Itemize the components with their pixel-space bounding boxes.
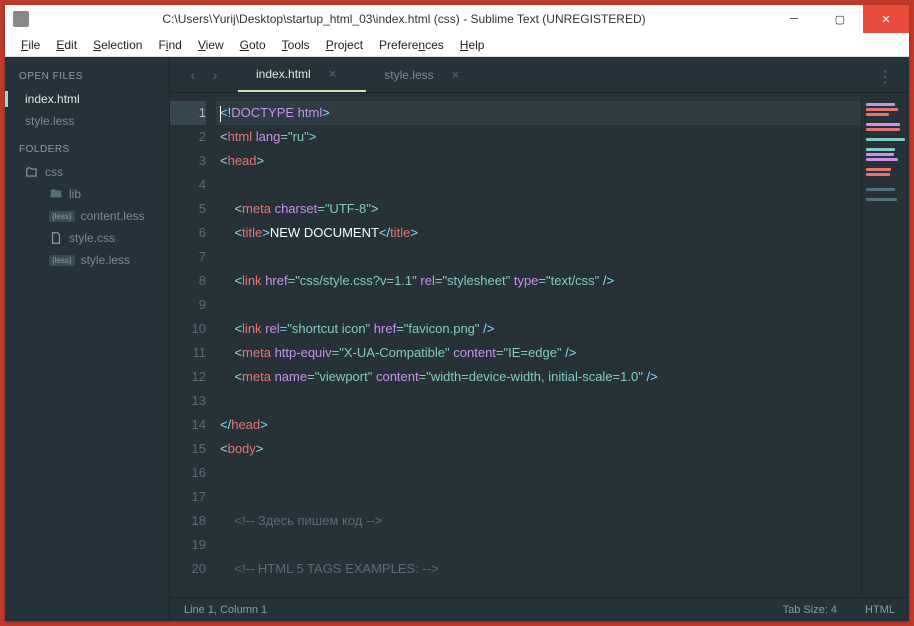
css-file-icon — [49, 231, 63, 245]
more-options-icon[interactable]: ⋮ — [877, 67, 895, 87]
titlebar[interactable]: C:\Users\Yurij\Desktop\startup_html_03\i… — [5, 5, 909, 33]
menu-selection[interactable]: Selection — [85, 36, 150, 54]
tab-back-button[interactable]: ‹ — [182, 64, 204, 86]
folder-label: css — [45, 165, 63, 179]
app-window: C:\Users\Yurij\Desktop\startup_html_03\i… — [5, 5, 909, 621]
code-line[interactable] — [216, 389, 861, 413]
close-icon[interactable]: × — [452, 67, 460, 82]
code-line[interactable]: </head> — [216, 413, 861, 437]
open-file-style-less[interactable]: style.less — [5, 110, 169, 132]
close-icon[interactable]: × — [329, 66, 337, 81]
open-file-label: index.html — [25, 92, 80, 106]
editor-area: ‹ › index.html × style.less × ⋮ 12345678… — [170, 57, 909, 621]
code-line[interactable]: <body> — [216, 437, 861, 461]
code-line[interactable]: <!DOCTYPE html> — [216, 101, 861, 125]
code-line[interactable]: <title>NEW DOCUMENT</title> — [216, 221, 861, 245]
code-line[interactable]: <meta http-equiv="X-UA-Compatible" conte… — [216, 341, 861, 365]
maximize-button[interactable]: ▢ — [817, 5, 863, 33]
open-file-index-html[interactable]: index.html — [5, 88, 169, 110]
folder-label: lib — [69, 187, 81, 201]
app-icon — [13, 11, 29, 27]
tab-bar: ‹ › index.html × style.less × ⋮ — [170, 57, 909, 93]
minimap[interactable] — [861, 93, 909, 597]
code-line[interactable] — [216, 485, 861, 509]
status-bar: Line 1, Column 1 Tab Size: 4 HTML — [170, 597, 909, 621]
tab-label: style.less — [384, 68, 433, 82]
minimize-button[interactable]: ─ — [771, 5, 817, 33]
code-line[interactable]: <link rel="shortcut icon" href="favicon.… — [216, 317, 861, 341]
menu-find[interactable]: Find — [150, 36, 189, 54]
tab-forward-button[interactable]: › — [204, 64, 226, 86]
code-line[interactable] — [216, 461, 861, 485]
open-file-label: style.less — [25, 114, 74, 128]
tab-style-less[interactable]: style.less × — [366, 58, 489, 91]
tab-label: index.html — [256, 67, 311, 81]
main-area: OPEN FILES index.html style.less FOLDERS… — [5, 57, 909, 621]
window-title: C:\Users\Yurij\Desktop\startup_html_03\i… — [37, 12, 771, 26]
code-line[interactable]: <!-- Здесь пишем код --> — [216, 509, 861, 533]
folder-lib[interactable]: lib — [5, 183, 169, 205]
code-line[interactable]: <link href="css/style.css?v=1.1" rel="st… — [216, 269, 861, 293]
folder-root[interactable]: css — [5, 161, 169, 183]
code-line[interactable]: <meta name="viewport" content="width=dev… — [216, 365, 861, 389]
tab-index-html[interactable]: index.html × — [238, 57, 366, 92]
file-style-css[interactable]: style.css — [5, 227, 169, 249]
status-line-col[interactable]: Line 1, Column 1 — [184, 604, 267, 616]
menu-goto[interactable]: Goto — [232, 36, 274, 54]
file-content-less[interactable]: {less} content.less — [5, 205, 169, 227]
menu-edit[interactable]: Edit — [48, 36, 85, 54]
file-style-less[interactable]: {less} style.less — [5, 249, 169, 271]
menu-tools[interactable]: Tools — [274, 36, 318, 54]
file-label: style.css — [69, 231, 115, 245]
open-files-title: OPEN FILES — [5, 65, 169, 88]
menu-project[interactable]: Project — [318, 36, 371, 54]
code-line[interactable] — [216, 173, 861, 197]
status-tab-size[interactable]: Tab Size: 4 — [783, 604, 837, 616]
code-line[interactable]: <head> — [216, 149, 861, 173]
code-line[interactable] — [216, 293, 861, 317]
code-line[interactable]: <!-- HTML 5 TAGS EXAMPLES: --> — [216, 557, 861, 581]
file-label: style.less — [81, 253, 130, 267]
code-content[interactable]: <!DOCTYPE html><html lang="ru"><head> <m… — [216, 93, 861, 597]
file-label: content.less — [81, 209, 145, 223]
menu-help[interactable]: Help — [452, 36, 493, 54]
code-editor[interactable]: 1234567891011121314151617181920 <!DOCTYP… — [170, 93, 909, 597]
code-line[interactable] — [216, 245, 861, 269]
menu-bar: File Edit Selection Find View Goto Tools… — [5, 33, 909, 57]
close-button[interactable]: ✕ — [863, 5, 909, 33]
code-line[interactable]: <meta charset="UTF-8"> — [216, 197, 861, 221]
code-line[interactable]: <html lang="ru"> — [216, 125, 861, 149]
window-controls: ─ ▢ ✕ — [771, 5, 909, 33]
less-badge-icon: {less} — [49, 255, 75, 266]
folders-title: FOLDERS — [5, 138, 169, 161]
status-syntax[interactable]: HTML — [865, 604, 895, 616]
line-gutter: 1234567891011121314151617181920 — [170, 93, 216, 597]
sidebar: OPEN FILES index.html style.less FOLDERS… — [5, 57, 170, 621]
less-badge-icon: {less} — [49, 211, 75, 222]
menu-file[interactable]: File — [13, 36, 48, 54]
folder-open-icon — [25, 165, 39, 179]
menu-preferences[interactable]: Preferences — [371, 36, 452, 54]
tab-nav: ‹ › — [182, 64, 226, 86]
folder-icon — [49, 187, 63, 201]
code-line[interactable] — [216, 533, 861, 557]
menu-view[interactable]: View — [190, 36, 232, 54]
